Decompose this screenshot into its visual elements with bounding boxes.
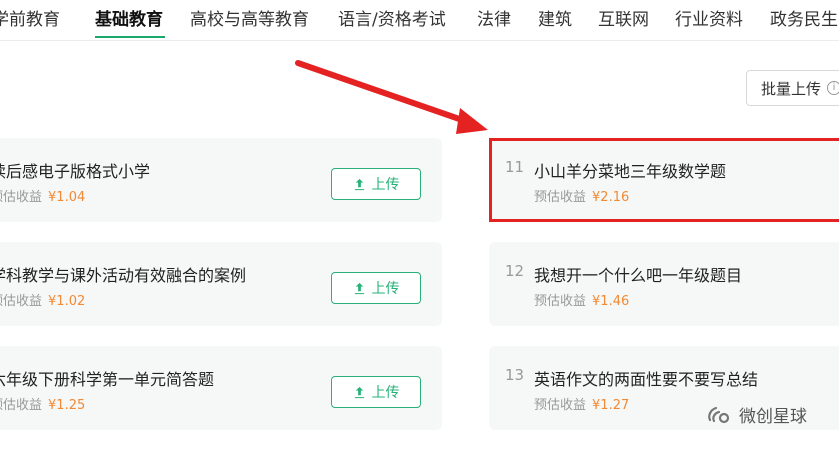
tab-language-exams[interactable]: 语言/资格考试 — [338, 5, 446, 30]
upload-button[interactable]: 上传 — [331, 168, 421, 200]
watermark: 微创星球 — [707, 402, 807, 427]
item-title: 我想开一个什么吧一年级题目 — [534, 266, 743, 285]
tab-government[interactable]: 政务民生 — [770, 5, 838, 30]
item-title: 六年级下册科学第一单元简答题 — [0, 370, 215, 389]
upload-icon — [354, 282, 364, 294]
tab-architecture[interactable]: 建筑 — [538, 5, 572, 30]
tab-industry[interactable]: 行业资料 — [675, 5, 743, 30]
item-earnings: 预估收益 ¥1.46 — [534, 294, 630, 309]
list-item[interactable]: 12 我想开一个什么吧一年级题目 预估收益 ¥1.46 — [489, 242, 839, 326]
wechat-logo-icon — [708, 406, 730, 423]
item-earnings: 预估收益¥1.02 — [0, 294, 86, 309]
active-tab-indicator — [95, 36, 165, 38]
list-item[interactable]: 学科教学与课外活动有效融合的案例 预估收益¥1.02 上传 — [0, 242, 442, 326]
tab-higher-education[interactable]: 高校与高等教育 — [190, 5, 309, 30]
list-item[interactable]: 读后感电子版格式小学 预估收益¥1.04 上传 — [0, 138, 442, 222]
tab-internet[interactable]: 互联网 — [598, 5, 649, 30]
upload-button[interactable]: 上传 — [331, 376, 421, 408]
batch-upload-button[interactable]: 批量上传 i — [746, 70, 839, 106]
watermark-text: 微创星球 — [739, 407, 807, 427]
tab-basic-education[interactable]: 基础教育 — [95, 5, 163, 30]
item-earnings: 预估收益¥1.04 — [0, 190, 86, 205]
item-number: 12 — [505, 262, 525, 280]
info-icon: i — [827, 81, 839, 95]
tab-law[interactable]: 法律 — [477, 5, 511, 30]
item-title: 学科教学与课外活动有效融合的案例 — [0, 266, 247, 285]
batch-upload-label: 批量上传 — [761, 79, 822, 98]
list-item[interactable]: 六年级下册科学第一单元简答题 预估收益¥1.25 上传 — [0, 346, 442, 430]
tab-preschool[interactable]: 学前教育 — [0, 5, 60, 30]
item-number: 13 — [505, 366, 525, 384]
item-title: 读后感电子版格式小学 — [0, 162, 151, 181]
upload-icon — [354, 178, 364, 190]
item-earnings: 预估收益 ¥1.27 — [534, 398, 630, 413]
upload-icon — [354, 386, 364, 398]
upload-button[interactable]: 上传 — [331, 272, 421, 304]
item-title: 英语作文的两面性要不要写总结 — [534, 370, 759, 389]
category-tabs: 学前教育 基础教育 高校与高等教育 语言/资格考试 法律 建筑 互联网 行业资料… — [0, 0, 839, 41]
highlight-box — [489, 138, 839, 222]
item-earnings: 预估收益¥1.25 — [0, 398, 86, 413]
